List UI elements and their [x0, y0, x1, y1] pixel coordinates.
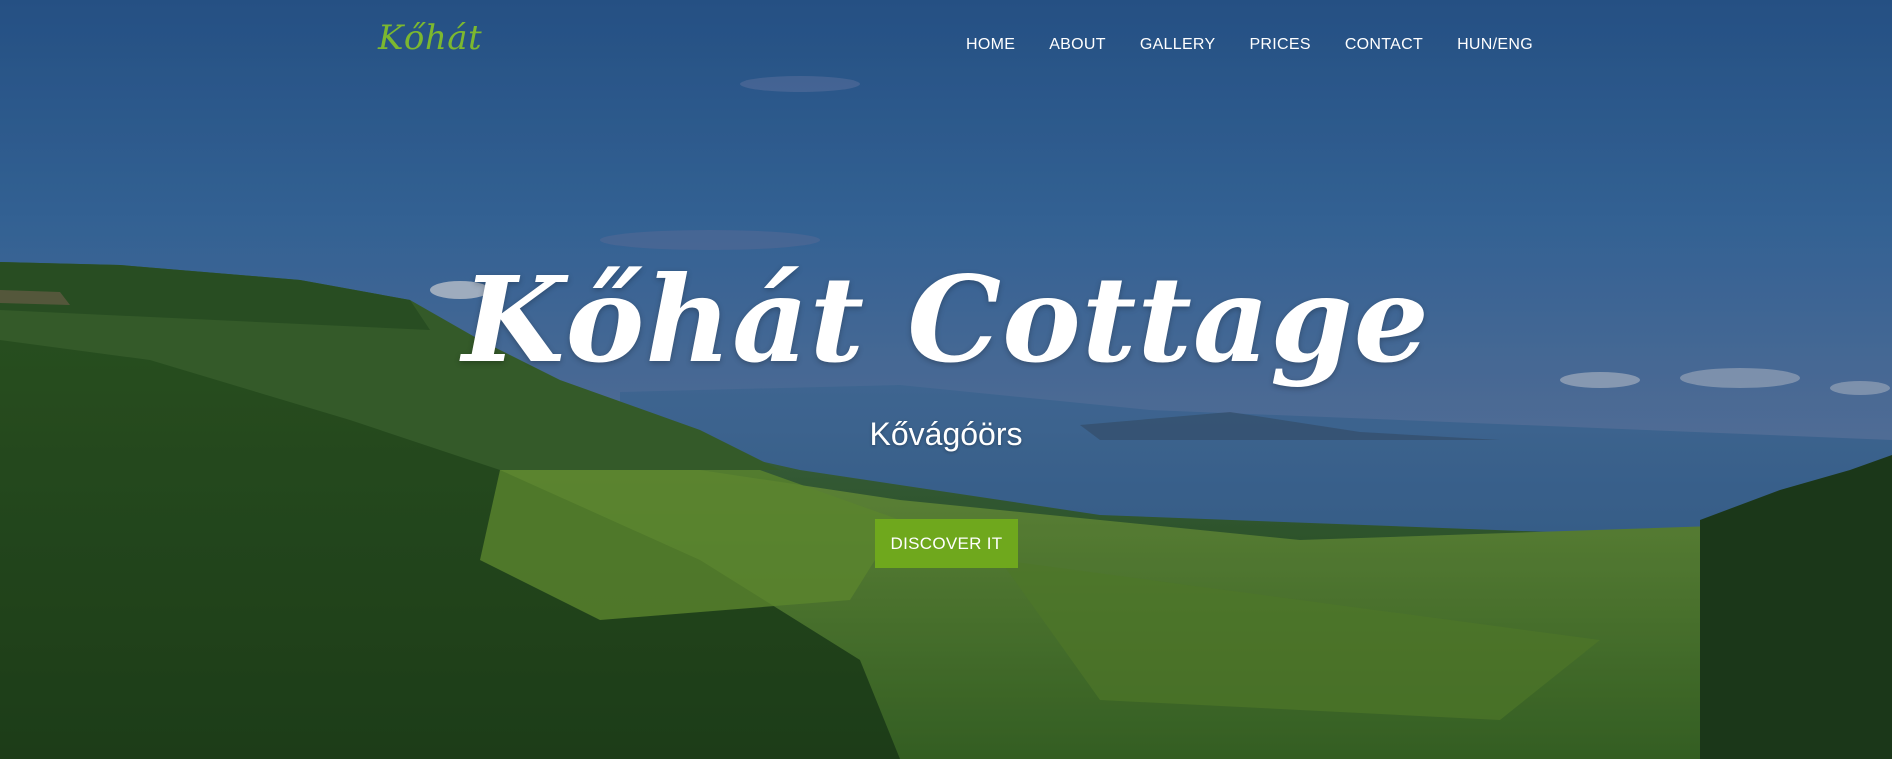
hero-title: Kőhát Cottage	[462, 250, 1430, 389]
nav-item-contact[interactable]: CONTACT	[1345, 36, 1423, 54]
nav-item-language[interactable]: HUN/ENG	[1457, 36, 1533, 54]
hero-subtitle: Kővágóörs	[869, 416, 1023, 452]
site-logo[interactable]: Kőhát	[378, 18, 482, 58]
nav-item-about[interactable]: ABOUT	[1049, 36, 1106, 54]
nav-item-gallery[interactable]: GALLERY	[1140, 36, 1216, 54]
nav-item-prices[interactable]: PRICES	[1249, 36, 1310, 54]
discover-button[interactable]: DISCOVER IT	[875, 519, 1018, 568]
main-navigation: HOME ABOUT GALLERY PRICES CONTACT HUN/EN…	[966, 36, 1533, 54]
hero-section: Kőhát HOME ABOUT GALLERY PRICES CONTACT …	[0, 0, 1892, 759]
nav-item-home[interactable]: HOME	[966, 36, 1015, 54]
